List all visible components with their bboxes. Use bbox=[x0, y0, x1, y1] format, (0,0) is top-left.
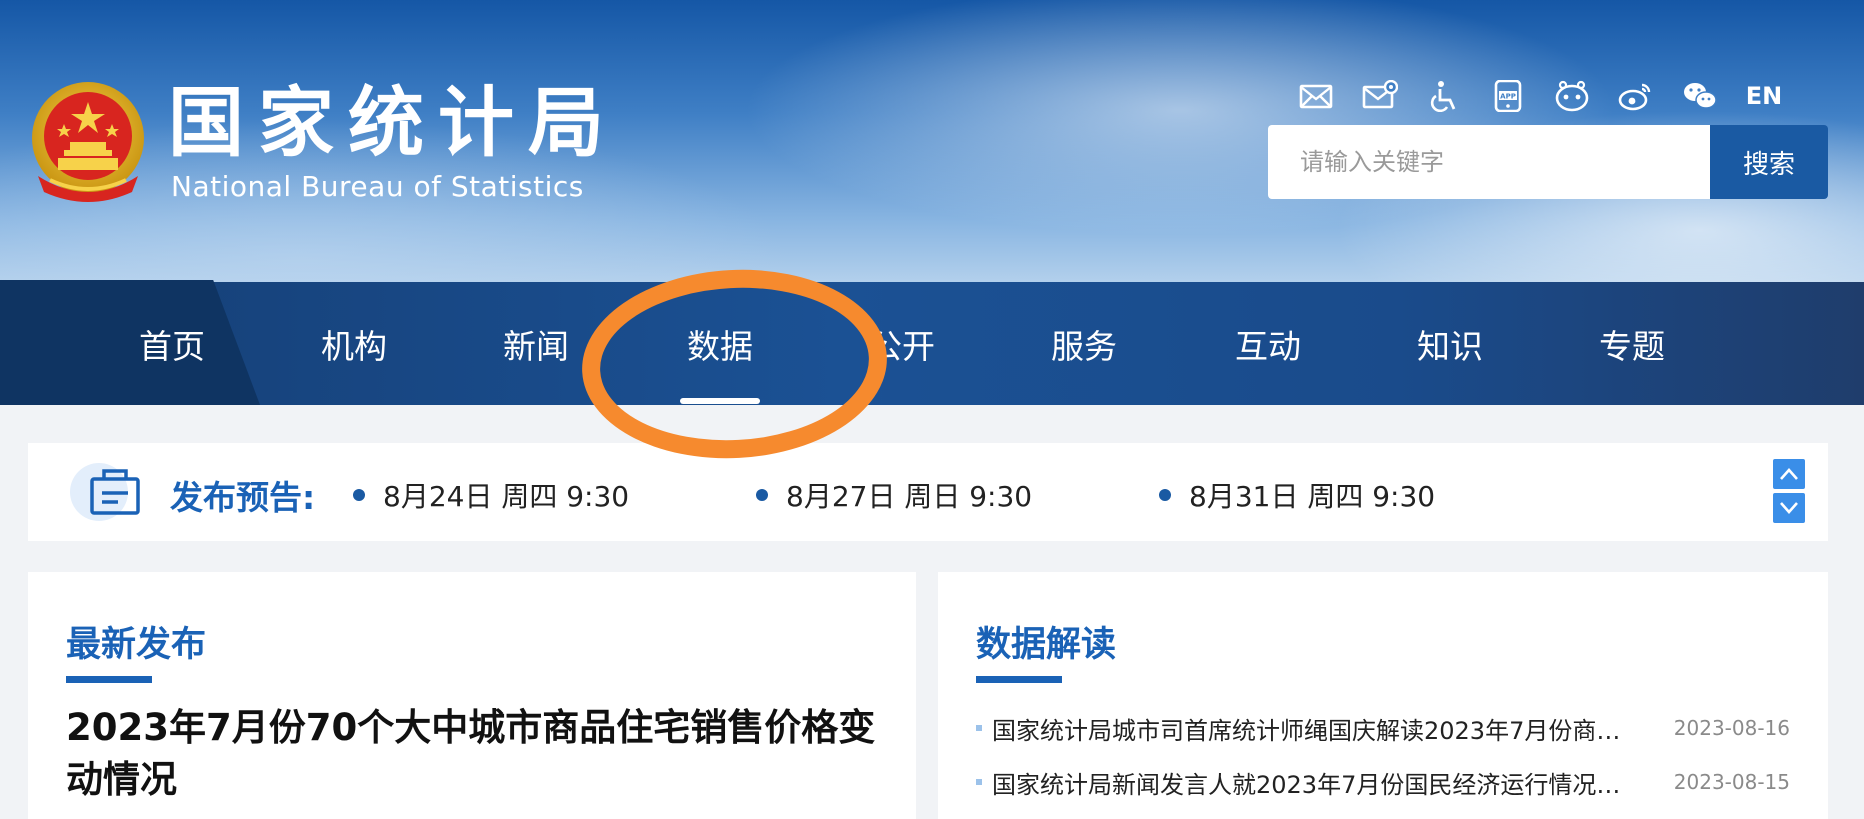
title-underline bbox=[66, 676, 152, 683]
list-item-title: 国家统计局城市司首席统计师绳国庆解读2023年7月份商品... bbox=[992, 716, 1632, 745]
notice-item-text: 8月27日 周日 9:30 bbox=[786, 480, 1033, 513]
nav-active-indicator bbox=[680, 398, 760, 404]
national-emblem-icon bbox=[32, 82, 144, 202]
scroll-down-button[interactable] bbox=[1773, 493, 1805, 523]
list-item-title: 国家统计局新闻发言人就2023年7月份国民经济运行情况答... bbox=[992, 770, 1632, 799]
search-input[interactable] bbox=[1268, 125, 1710, 199]
title-underline bbox=[976, 676, 1062, 683]
scroll-up-button[interactable] bbox=[1773, 459, 1805, 489]
list-bullet bbox=[976, 779, 982, 785]
mail-icon[interactable] bbox=[1296, 78, 1336, 114]
notice-bullet bbox=[1159, 489, 1171, 501]
english-language-link[interactable]: EN bbox=[1744, 78, 1784, 114]
notice-item[interactable]: 8月31日 周四 9:30 bbox=[1159, 475, 1435, 515]
notice-item-text: 8月24日 周四 9:30 bbox=[383, 480, 630, 513]
logo-english-title: National Bureau of Statistics bbox=[171, 170, 584, 203]
notice-item-text: 8月31日 周四 9:30 bbox=[1189, 480, 1436, 513]
wechat-icon[interactable] bbox=[1680, 78, 1720, 114]
list-bullet bbox=[976, 725, 982, 731]
list-item[interactable]: 国家统计局新闻发言人就2023年7月份国民经济运行情况答... 2023-08-… bbox=[976, 762, 1790, 802]
data-interpretation-title: 数据解读 bbox=[976, 625, 1117, 665]
notice-bullet bbox=[353, 489, 365, 501]
notice-item[interactable]: 8月27日 周日 9:30 bbox=[756, 475, 1032, 515]
nav-item-data[interactable]: 数据 bbox=[630, 282, 810, 405]
notice-item[interactable]: 8月24日 周四 9:30 bbox=[353, 475, 629, 515]
nav-item-news[interactable]: 新闻 bbox=[446, 282, 626, 405]
nav-item-topics[interactable]: 专题 bbox=[1542, 282, 1722, 405]
list-item-date: 2023-08-15 bbox=[1673, 770, 1790, 794]
app-icon[interactable]: APP bbox=[1488, 78, 1528, 114]
notice-bullet bbox=[756, 489, 768, 501]
main-navigation: 首页 机构 新闻 数据 公开 服务 互动 知识 专题 bbox=[0, 280, 1864, 405]
accessibility-icon[interactable] bbox=[1424, 78, 1464, 114]
nav-item-organization[interactable]: 机构 bbox=[264, 282, 444, 405]
release-notice-bar: 发布预告: 8月24日 周四 9:30 8月27日 周日 9:30 8月31日 … bbox=[28, 443, 1828, 541]
nav-item-interaction[interactable]: 互动 bbox=[1178, 282, 1358, 405]
nav-item-services[interactable]: 服务 bbox=[994, 282, 1174, 405]
mini-program-icon[interactable] bbox=[1552, 78, 1592, 114]
calendar-notice-icon bbox=[90, 469, 140, 515]
list-item[interactable]: 国家统计局城市司首席统计师绳国庆解读2023年7月份商品... 2023-08-… bbox=[976, 708, 1790, 748]
chevron-down-icon bbox=[1780, 502, 1798, 514]
chevron-up-icon bbox=[1780, 468, 1798, 480]
notice-title: 发布预告: bbox=[170, 478, 316, 517]
weibo-icon[interactable] bbox=[1616, 78, 1656, 114]
nav-item-disclosure[interactable]: 公开 bbox=[812, 282, 992, 405]
latest-release-title: 最新发布 bbox=[66, 625, 207, 665]
logo-chinese-title: 国家统计局 bbox=[168, 78, 618, 167]
mail-settings-icon[interactable] bbox=[1360, 78, 1400, 114]
data-interpretation-panel: 数据解读 国家统计局城市司首席统计师绳国庆解读2023年7月份商品... 202… bbox=[938, 572, 1828, 819]
latest-release-panel: 最新发布 2023年7月份70个大中城市商品住宅销售价格变动情况 bbox=[28, 572, 916, 819]
list-item-date: 2023-08-16 bbox=[1673, 716, 1790, 740]
nav-item-home[interactable]: 首页 bbox=[82, 282, 262, 405]
svg-text:APP: APP bbox=[1500, 93, 1516, 101]
latest-headline-link[interactable]: 2023年7月份70个大中城市商品住宅销售价格变动情况 bbox=[66, 702, 876, 806]
nav-item-knowledge[interactable]: 知识 bbox=[1360, 282, 1540, 405]
search-button[interactable]: 搜索 bbox=[1710, 125, 1828, 199]
